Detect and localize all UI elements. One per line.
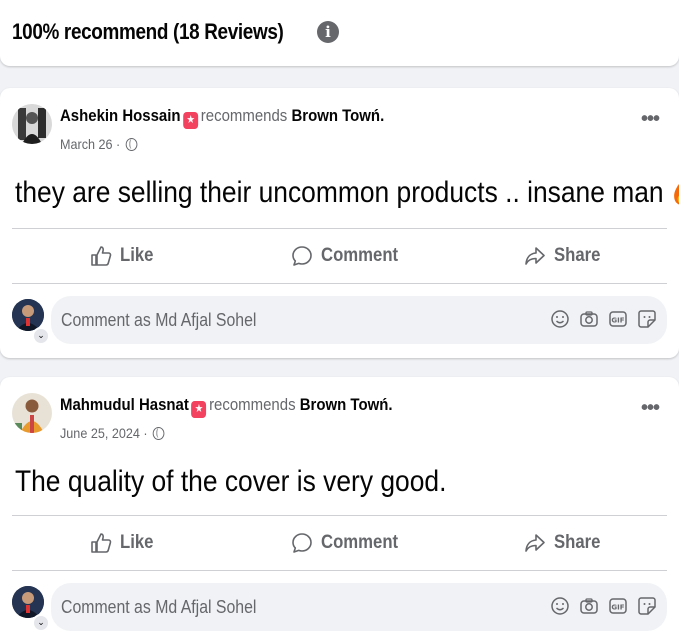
post-date[interactable]: March 26 · <box>60 136 138 152</box>
author-name[interactable]: Ashekin Hossain <box>60 106 181 125</box>
chevron-down-icon[interactable]: ⌄ <box>32 614 50 632</box>
author-line: Ashekin Hossain ★ recommends Brown Towń. <box>60 106 384 129</box>
post-date-text[interactable]: June 25, 2024 · <box>60 425 148 441</box>
emoji-icon[interactable] <box>550 309 570 329</box>
svg-text:GIF: GIF <box>611 317 624 325</box>
page-name[interactable]: Brown Towń. <box>300 395 393 414</box>
post-date-text[interactable]: March 26 · <box>60 136 120 152</box>
more-options-icon[interactable]: ••• <box>641 109 660 129</box>
like-icon <box>91 246 112 266</box>
recommend-icon: ★ <box>191 401 207 418</box>
comment-composer: ⌄ Comment as Md Afjal Sohel GIF <box>0 583 679 633</box>
share-button[interactable]: Share <box>524 516 607 570</box>
post-text: The quality of the cover is very good. <box>15 465 446 499</box>
recommend-icon: ★ <box>183 112 199 129</box>
reviews-summary-title: 100% recommend (18 Reviews) <box>12 19 284 44</box>
like-label: Like <box>120 245 154 266</box>
post-actions: Like Comment Share <box>12 516 667 570</box>
comment-icon <box>292 246 312 266</box>
divider <box>12 570 667 571</box>
post-date[interactable]: June 25, 2024 · <box>60 425 165 441</box>
gif-icon[interactable]: GIF <box>608 596 628 616</box>
comment-button[interactable]: Comment <box>291 516 409 570</box>
comment-tools: GIF <box>550 309 657 329</box>
share-label: Share <box>554 245 601 266</box>
reviews-header: 100% recommend (18 Reviews) i <box>0 0 679 66</box>
comment-label: Comment <box>321 245 399 266</box>
globe-icon <box>152 427 165 440</box>
comment-button[interactable]: Comment <box>291 229 409 283</box>
page-name[interactable]: Brown Towń. <box>291 106 384 125</box>
like-label: Like <box>120 532 154 553</box>
author-name[interactable]: Mahmudul Hasnat <box>60 395 189 414</box>
comment-label: Comment <box>321 532 399 553</box>
camera-icon[interactable] <box>579 596 599 616</box>
author-line: Mahmudul Hasnat ★ recommends Brown Towń. <box>60 395 393 418</box>
review-post: Mahmudul Hasnat ★ recommends Brown Towń. J… <box>0 377 679 640</box>
like-icon <box>91 533 112 553</box>
share-icon <box>525 247 545 265</box>
comment-input[interactable]: Comment as Md Afjal Sohel GIF <box>51 296 667 344</box>
like-button[interactable]: Like <box>90 229 158 283</box>
sticker-icon[interactable] <box>637 596 657 616</box>
comment-placeholder: Comment as Md Afjal Sohel <box>61 597 257 617</box>
more-options-icon[interactable]: ••• <box>641 398 660 418</box>
gif-icon[interactable]: GIF <box>608 309 628 329</box>
recommends-text: recommends <box>209 395 296 414</box>
recommends-text: recommends <box>200 106 288 125</box>
share-icon <box>525 534 545 552</box>
share-button[interactable]: Share <box>524 229 607 283</box>
review-post: Ashekin Hossain ★ recommends Brown Towń. M… <box>0 88 679 358</box>
comment-icon <box>292 533 312 553</box>
author-avatar[interactable] <box>12 393 52 433</box>
post-text-content: The quality of the cover is very good. <box>15 465 447 498</box>
chevron-down-icon[interactable]: ⌄ <box>32 327 50 345</box>
comment-placeholder: Comment as Md Afjal Sohel <box>61 310 257 330</box>
like-button[interactable]: Like <box>90 516 158 570</box>
comment-tools: GIF <box>550 596 657 616</box>
camera-icon[interactable] <box>579 309 599 329</box>
author-avatar[interactable] <box>12 104 52 144</box>
globe-icon <box>125 138 138 151</box>
sticker-icon[interactable] <box>637 309 657 329</box>
divider <box>12 283 667 284</box>
emoji-icon[interactable] <box>550 596 570 616</box>
comment-input[interactable]: Comment as Md Afjal Sohel GIF <box>51 583 667 631</box>
info-icon[interactable]: i <box>317 21 339 43</box>
post-text-content: they are selling their uncommon products… <box>15 176 664 209</box>
post-text: they are selling their uncommon products… <box>15 176 679 210</box>
post-actions: Like Comment Share <box>12 229 667 283</box>
fire-icon <box>673 178 679 206</box>
share-label: Share <box>554 532 601 553</box>
svg-text:GIF: GIF <box>611 604 624 612</box>
comment-composer: ⌄ Comment as Md Afjal Sohel GIF <box>0 296 679 346</box>
